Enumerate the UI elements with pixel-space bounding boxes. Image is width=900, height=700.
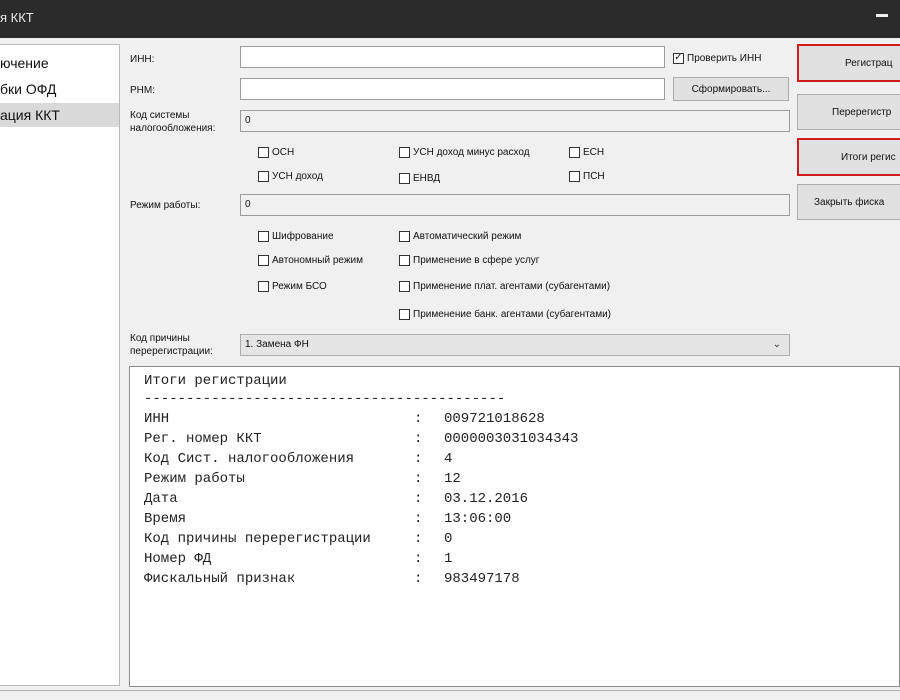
sidebar-item-ofd[interactable]: бки ОФД: [0, 77, 56, 101]
payment-agents-checkbox[interactable]: Применение плат. агентами (субагентами): [399, 278, 610, 294]
mode-label: Режим работы:: [130, 200, 201, 211]
psn-checkbox[interactable]: ПСН: [569, 168, 605, 184]
output-row-colon: :: [414, 451, 423, 467]
rnm-label: РНМ:: [130, 85, 155, 96]
output-row-value: 0000003031034343: [444, 431, 579, 447]
output-row-value: 12: [444, 471, 461, 487]
usn-income-checkbox[interactable]: УСН доход: [258, 168, 323, 184]
output-row-colon: :: [414, 511, 423, 527]
sidebar: ючение бки ОФД ация ККТ: [0, 44, 120, 686]
output-row-value: 13:06:00: [444, 511, 512, 527]
title-bar: я ККТ: [0, 0, 900, 38]
output-row-value: 4: [444, 451, 453, 467]
output-row-key: Фискальный признак: [144, 571, 296, 587]
output-separator: ----------------------------------------…: [144, 391, 506, 407]
output-row-colon: :: [414, 571, 423, 587]
envd-checkbox[interactable]: ЕНВД: [399, 170, 440, 186]
output-row-key: Рег. номер ККТ: [144, 431, 262, 447]
reregister-button[interactable]: Перерегистр: [797, 94, 900, 130]
output-row-colon: :: [414, 531, 423, 547]
output-row: Код причины перерегистрации: 0: [144, 529, 452, 549]
bank-agents-checkbox[interactable]: Применение банк. агентами (субагентами): [399, 306, 611, 322]
output-row-colon: :: [414, 431, 423, 447]
output-row: Код Сист. налогообложения: 4: [144, 449, 452, 469]
output-heading: Итоги регистрации: [144, 373, 287, 389]
reason-label-line2: перерегистрации:: [130, 346, 213, 357]
output-row: Номер ФД: 1: [144, 549, 452, 569]
output-row-value: 03.12.2016: [444, 491, 529, 507]
output-row: Фискальный признак: 983497178: [144, 569, 520, 589]
rnm-input[interactable]: [240, 78, 665, 100]
autonomous-mode-checkbox[interactable]: Автономный режим: [258, 252, 363, 268]
registration-results-button[interactable]: Итоги регис: [797, 138, 900, 176]
output-row-key: Дата: [144, 491, 178, 507]
output-row: Время: 13:06:00: [144, 509, 511, 529]
sidebar-item-connection[interactable]: ючение: [0, 51, 49, 75]
tax-system-label-line2: налогообложения:: [130, 123, 216, 134]
check-inn-checkbox[interactable]: ✓ Проверить ИНН: [673, 50, 761, 66]
output-row-colon: :: [414, 411, 423, 427]
automatic-mode-checkbox[interactable]: Автоматический режим: [399, 228, 521, 244]
check-icon: ✓: [673, 52, 684, 64]
inn-input[interactable]: [240, 46, 665, 68]
inn-label: ИНН:: [130, 54, 155, 65]
mode-field[interactable]: 0: [240, 194, 790, 216]
output-row-key: Режим работы: [144, 471, 245, 487]
tax-system-label-line1: Код системы: [130, 110, 190, 121]
output-row-key: Код причины перерегистрации: [144, 531, 371, 547]
osn-checkbox[interactable]: ОСН: [258, 144, 294, 160]
esn-checkbox[interactable]: ЕСН: [569, 144, 604, 160]
close-fiscal-button[interactable]: Закрыть фиска: [797, 184, 900, 220]
output-row-value: 983497178: [444, 571, 520, 587]
usn-income-minus-expense-checkbox[interactable]: УСН доход минус расход: [399, 144, 530, 160]
output-row: Режим работы: 12: [144, 469, 461, 489]
output-row-value: 009721018628: [444, 411, 545, 427]
output-row: Рег. номер ККТ: 0000003031034343: [144, 429, 578, 449]
generate-button[interactable]: Сформировать...: [673, 77, 789, 101]
bso-mode-checkbox[interactable]: Режим БСО: [258, 278, 327, 294]
output-row-value: 0: [444, 531, 453, 547]
output-row-colon: :: [414, 471, 423, 487]
output-row: Дата: 03.12.2016: [144, 489, 528, 509]
reason-select-value: 1. Замена ФН: [245, 339, 309, 350]
sidebar-item-kkt-registration[interactable]: ация ККТ: [0, 103, 119, 127]
window-title: я ККТ: [0, 10, 34, 25]
output-row-key: ИНН: [144, 411, 170, 427]
output-row-key: Номер ФД: [144, 551, 212, 567]
bottom-divider: [0, 690, 900, 691]
reason-label-line1: Код причины: [130, 333, 190, 344]
minimize-icon[interactable]: [876, 14, 888, 17]
reason-select[interactable]: 1. Замена ФН ⌄: [240, 334, 790, 356]
register-button[interactable]: Регистрац: [797, 44, 900, 82]
output-row-key: Время: [144, 511, 187, 527]
output-row-value: 1: [444, 551, 453, 567]
tax-system-field[interactable]: 0: [240, 110, 790, 132]
registration-output[interactable]: Итоги регистрации ----------------------…: [129, 366, 900, 687]
encryption-checkbox[interactable]: Шифрование: [258, 228, 334, 244]
output-row: ИНН: 009721018628: [144, 409, 545, 429]
services-checkbox[interactable]: Применение в сфере услуг: [399, 252, 539, 268]
output-row-key: Код Сист. налогообложения: [144, 451, 355, 467]
chevron-down-icon: ⌄: [772, 339, 781, 350]
output-row-colon: :: [414, 491, 423, 507]
check-inn-label: Проверить ИНН: [687, 52, 762, 64]
output-row-colon: :: [414, 551, 423, 567]
